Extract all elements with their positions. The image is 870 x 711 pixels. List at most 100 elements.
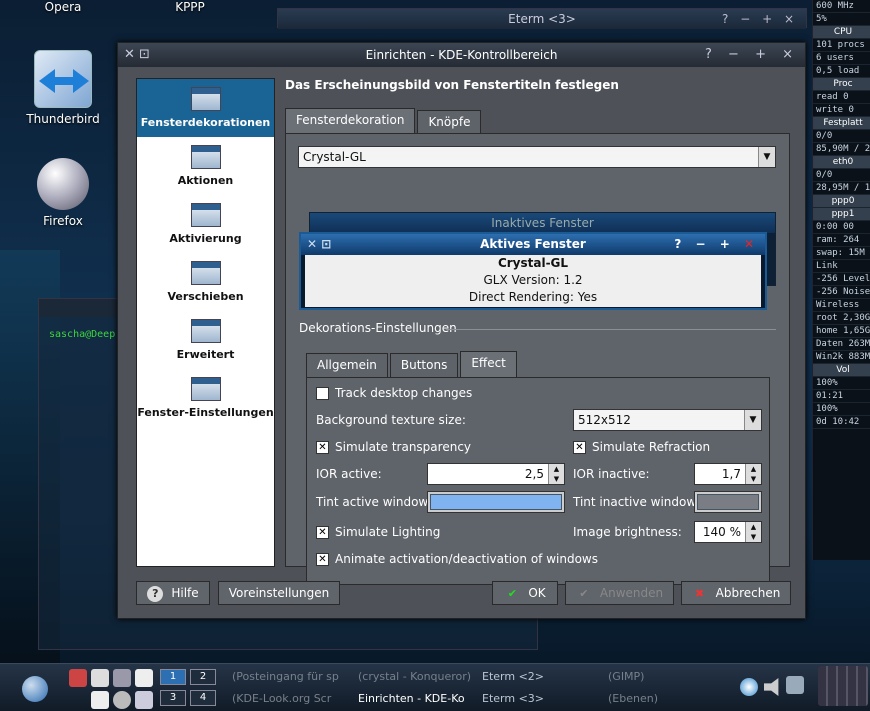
kde-menu-icon[interactable]	[22, 676, 48, 702]
monitor-row: Wireless	[813, 299, 870, 312]
task-item[interactable]: Eterm <2>	[482, 669, 544, 685]
track-desktop-checkbox[interactable]	[316, 387, 329, 400]
monitor-row: -256 Level	[813, 273, 870, 286]
window-icon	[190, 319, 221, 343]
app-launcher-icon[interactable]	[69, 669, 87, 687]
sidebar-item-verschieben[interactable]: Verschieben	[137, 253, 274, 311]
pager-desktop-3[interactable]: 3	[160, 690, 186, 706]
spin-arrows-icon[interactable]: ▲ ▼	[548, 464, 564, 484]
brightness-spinbox[interactable]: 140 % ▲ ▼	[694, 521, 762, 543]
sidebar-item-aktivierung[interactable]: Aktivierung	[137, 195, 274, 253]
task-item[interactable]: (KDE-Look.org Scr	[232, 691, 352, 707]
desktop-icon-opera[interactable]: Opera	[18, 0, 108, 14]
globe-launcher-icon[interactable]	[113, 691, 131, 709]
tint-active-swatch	[430, 494, 562, 510]
pager-desktop-4[interactable]: 4	[190, 690, 216, 706]
sidebar-item-erweitert[interactable]: Erweitert	[137, 311, 274, 369]
dialog-titlebar[interactable]: ✕ ⊡ Einrichten - KDE-Kontrollbereich ? −…	[118, 43, 805, 67]
task-item-active[interactable]: Einrichten - KDE-Ko	[358, 691, 474, 707]
desktop-icon-firefox[interactable]: Firefox	[18, 158, 108, 228]
network-tray-icon[interactable]	[740, 678, 758, 696]
brightness-label: Image brightness:	[573, 525, 682, 539]
tint-active-label: Tint active window:	[316, 495, 432, 509]
task-item[interactable]: (GIMP)	[608, 669, 644, 685]
cancel-button[interactable]: ✖ Abbrechen	[681, 581, 791, 605]
check-icon: ✔	[507, 586, 517, 600]
sim-refraction-checkbox[interactable]: ✕	[573, 441, 586, 454]
tools-launcher-icon[interactable]	[135, 669, 153, 687]
monitor-row: 28,95M / 1,2	[813, 182, 870, 195]
monitor-row: 0,5 load	[813, 65, 870, 78]
help-label: Hilfe	[171, 586, 199, 600]
notes-launcher-icon[interactable]	[113, 669, 131, 687]
window-controls: ? − + ×	[722, 12, 798, 26]
subtab-allgemein[interactable]: Allgemein	[306, 353, 388, 377]
chevron-down-icon[interactable]: ▼	[758, 147, 775, 167]
system-tray-grid	[818, 666, 868, 706]
sim-transparency-checkbox[interactable]: ✕	[316, 441, 329, 454]
monitor-row: 0/0	[813, 130, 870, 143]
chevron-down-icon[interactable]: ▼	[744, 410, 761, 430]
pager-desktop-2[interactable]: 2	[190, 669, 216, 685]
subtab-buttons[interactable]: Buttons	[389, 353, 459, 377]
task-item[interactable]: (Ebenen)	[608, 691, 658, 707]
ior-inactive-spinbox[interactable]: 1,7 ▲ ▼	[694, 463, 762, 485]
apply-button[interactable]: ✔ Anwenden	[565, 581, 674, 605]
animate-checkbox[interactable]: ✕	[316, 553, 329, 566]
spin-arrows-icon[interactable]: ▲ ▼	[745, 522, 761, 542]
window-menu-icon[interactable]: ✕ ⊡	[124, 43, 150, 67]
print-launcher-icon[interactable]	[135, 691, 153, 709]
ior-active-spinbox[interactable]: 2,5 ▲ ▼	[427, 463, 565, 485]
tint-inactive-swatch	[697, 494, 759, 510]
monitor-row: read 0	[813, 91, 870, 104]
tint-active-color-button[interactable]	[427, 491, 565, 513]
sidebar-item-fenster-einstellungen[interactable]: Fenster-Einstellungen	[137, 369, 274, 427]
monitor-row: 85,90M / 2,3	[813, 143, 870, 156]
close-icon: ✕	[743, 237, 759, 251]
tab-knoepfe[interactable]: Knöpfe	[417, 110, 482, 134]
monitor-row: write 0	[813, 104, 870, 117]
monitor-row: CPU	[813, 26, 870, 39]
task-item[interactable]: Eterm <3>	[482, 691, 544, 707]
preview-active-title: Aktives Fenster	[480, 237, 586, 251]
defaults-label: Voreinstellungen	[228, 586, 330, 600]
ok-button[interactable]: ✔ OK	[492, 581, 558, 605]
sim-lighting-checkbox[interactable]: ✕	[316, 526, 329, 539]
apply-label: Anwenden	[599, 586, 664, 600]
files-launcher-icon[interactable]	[91, 691, 109, 709]
help-icon: ?	[147, 585, 164, 602]
background-window-eterm[interactable]: Eterm <3>? − + ×	[277, 8, 807, 29]
tint-inactive-color-button[interactable]	[694, 491, 762, 513]
sidebar-item-aktionen[interactable]: Aktionen	[137, 137, 274, 195]
tab-bar: Fensterdekoration Knöpfe	[285, 108, 483, 134]
battery-icon[interactable]	[786, 676, 804, 694]
tab-fensterdekoration[interactable]: Fensterdekoration	[285, 108, 416, 134]
spin-arrows-icon[interactable]: ▲ ▼	[745, 464, 761, 484]
preview-title-buttons: ? − + ✕	[674, 237, 759, 251]
pager-desktop-1[interactable]: 1	[160, 669, 186, 685]
effect-panel: Track desktop changes Background texture…	[306, 377, 770, 585]
task-item[interactable]: (crystal - Konqueror)	[358, 669, 474, 685]
help-button[interactable]: ? Hilfe	[136, 581, 210, 605]
decoration-select[interactable]: Crystal-GL ▼	[298, 146, 776, 168]
subtab-effect[interactable]: Effect	[460, 351, 517, 377]
title-buttons[interactable]: ? − + ×	[705, 43, 799, 67]
desktop-icon-thunderbird[interactable]: Thunderbird	[18, 50, 108, 126]
volume-icon[interactable]	[764, 678, 779, 696]
monitor-row: 0:00 00	[813, 221, 870, 234]
monitor-row: home 1,65G	[813, 325, 870, 338]
sidebar-item-fensterdekorationen[interactable]: Fensterdekorationen	[137, 79, 274, 137]
desktop-icon-kppp[interactable]: KPPP	[145, 0, 235, 14]
task-item[interactable]: (Posteingang für sp	[232, 669, 352, 685]
bg-texture-select[interactable]: 512x512 ▼	[573, 409, 762, 431]
preview-inactive-title: Inaktives Fenster	[310, 213, 775, 233]
editor-launcher-icon[interactable]	[91, 669, 109, 687]
preview-active-titlebar: ✕ ⊡ Aktives Fenster ? − + ✕	[301, 234, 765, 255]
window-icon	[190, 203, 221, 227]
page-title: Das Erscheinungsbild von Fenstertiteln f…	[285, 78, 619, 92]
defaults-button[interactable]: Voreinstellungen	[218, 581, 340, 605]
preview-body: Crystal-GL GLX Version: 1.2 Direct Rende…	[305, 255, 761, 307]
monitor-row: 100%	[813, 403, 870, 416]
sidebar-item-label: Aktionen	[177, 174, 234, 187]
decoration-panel: Crystal-GL ▼ Inaktives Fenster ✕ ⊡ Aktiv…	[285, 133, 790, 585]
